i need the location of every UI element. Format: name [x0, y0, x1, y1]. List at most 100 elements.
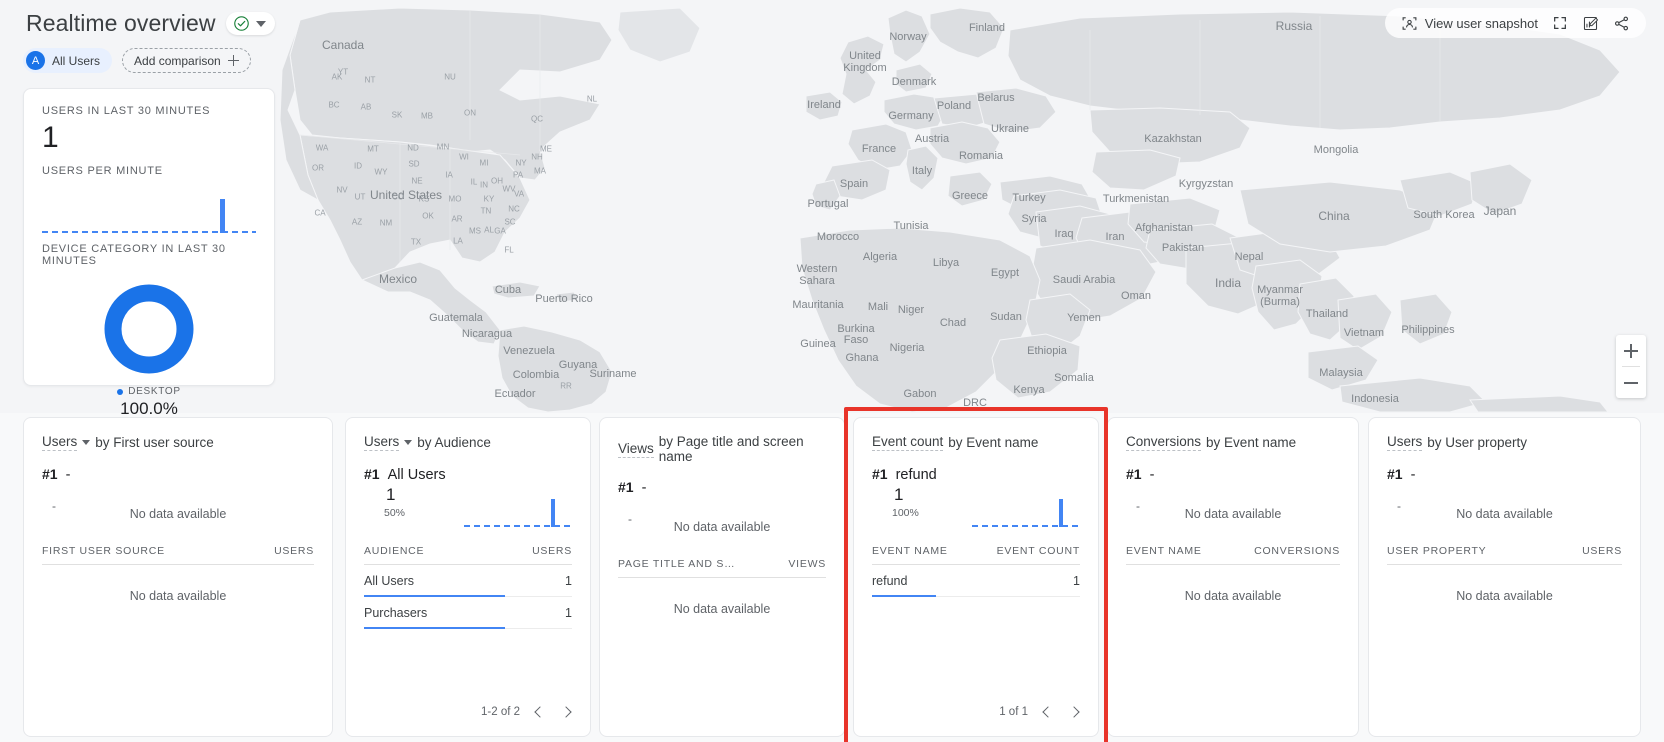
map-label: QC	[531, 115, 543, 124]
map-label: Kenya	[1013, 384, 1044, 396]
card-rank-row: #1-	[1126, 466, 1340, 483]
map-label: NH	[531, 153, 543, 162]
card-title-segment[interactable]: Users	[364, 434, 399, 451]
map-label: Libya	[933, 257, 959, 269]
sparkline-bar	[1059, 499, 1063, 527]
table-row[interactable]: Purchasers1	[364, 597, 572, 629]
map-label: KY	[484, 195, 495, 204]
map-label: YT	[338, 68, 348, 77]
card-title[interactable]: Usersby Audience	[364, 434, 572, 451]
map-label: Iran	[1106, 231, 1125, 243]
map-label: Norway	[889, 31, 926, 43]
fullscreen-button[interactable]	[1546, 11, 1574, 35]
map-label: Kingdom	[843, 62, 886, 74]
map-zoom-in-button[interactable]	[1616, 335, 1646, 366]
view-user-snapshot-button[interactable]: View user snapshot	[1395, 11, 1544, 35]
map-label: IL	[471, 178, 478, 187]
map-label: Western	[797, 263, 838, 275]
card-title-segment[interactable]: Event count	[872, 434, 943, 451]
map-label: Japan	[1484, 204, 1517, 218]
card-title[interactable]: Users by User property	[1387, 434, 1622, 451]
pagination-prev-button[interactable]	[530, 702, 550, 722]
minus-icon	[1624, 376, 1638, 390]
map-label: AZ	[352, 218, 362, 227]
card-title-segment: by Event name	[948, 435, 1038, 450]
map-label: Algeria	[863, 251, 897, 263]
map-label: United States	[370, 188, 442, 202]
card-title-segment[interactable]: Users	[1387, 434, 1422, 451]
row-value: 1	[565, 574, 572, 588]
map-label: ND	[407, 144, 419, 153]
map-label: KS	[419, 195, 430, 204]
header-toolbar: View user snapshot	[1385, 8, 1646, 38]
map-label: Niger	[898, 304, 924, 316]
view-user-snapshot-label: View user snapshot	[1425, 16, 1538, 31]
row-bar	[872, 595, 936, 597]
map-label: Philippines	[1401, 324, 1454, 336]
map-label: NL	[587, 95, 597, 104]
map-label: DRC	[963, 397, 987, 409]
card-title-segment[interactable]: Views	[618, 441, 654, 458]
card-title[interactable]: Usersby First user source	[42, 434, 314, 451]
card-title-segment: by User property	[1427, 435, 1527, 450]
map-label: Colombia	[513, 369, 559, 381]
pagination-range: 1 of 1	[999, 706, 1028, 718]
pagination-prev-button[interactable]	[1038, 702, 1058, 722]
chevron-down-icon[interactable]	[82, 440, 90, 445]
card-title[interactable]: Viewsby Page title and screen name	[618, 434, 826, 464]
rank-hash: #1	[618, 479, 634, 495]
rank-hash: #1	[1387, 466, 1403, 482]
sparkline-bar	[220, 199, 225, 233]
card-title[interactable]: Conversionsby Event name	[1126, 434, 1340, 451]
pagination-next-button[interactable]	[1064, 702, 1084, 722]
map-label: FL	[504, 246, 513, 255]
map-label: MS	[469, 227, 481, 236]
map-label: Turkmenistan	[1103, 193, 1169, 205]
rank-name: -	[66, 467, 71, 483]
table-row[interactable]: refund1	[872, 565, 1080, 597]
edit-chart-button[interactable]	[1576, 11, 1605, 35]
row-value: 1	[1073, 574, 1080, 588]
map-label: France	[862, 143, 896, 155]
chevron-down-icon[interactable]	[404, 440, 412, 445]
map-label: Mongolia	[1314, 144, 1359, 156]
map-label: CA	[314, 209, 325, 218]
map-zoom-controls[interactable]	[1616, 335, 1646, 398]
map-label: Belarus	[977, 92, 1014, 104]
column-header-value: USERS	[1582, 545, 1622, 557]
map-label: AB	[361, 103, 372, 112]
add-comparison-button[interactable]: Add comparison	[122, 48, 251, 73]
card-title-segment[interactable]: Conversions	[1126, 434, 1201, 451]
mini-chart-no-data: No data available	[1387, 507, 1622, 521]
share-button[interactable]	[1607, 11, 1636, 35]
table-header: FIRST USER SOURCEUSERS	[42, 545, 314, 565]
map-label: Cuba	[495, 284, 521, 296]
map-label: Greece	[952, 190, 988, 202]
rank-hash: #1	[1126, 466, 1142, 482]
column-header-name: EVENT NAME	[1126, 545, 1202, 557]
table-row[interactable]: All Users1	[364, 565, 572, 597]
map-label: Spain	[840, 178, 868, 190]
realtime-status-chip[interactable]	[226, 12, 275, 35]
map-label: Mexico	[379, 272, 417, 286]
card-title[interactable]: Event count by Event name	[872, 434, 1080, 451]
map-zoom-out-button[interactable]	[1616, 367, 1646, 398]
map-label: Finland	[969, 22, 1005, 34]
card-rank-row: #1All Users	[364, 466, 572, 483]
pagination: 1 of 1	[999, 702, 1084, 722]
map-label: Italy	[912, 165, 932, 177]
map-label: Nicaragua	[462, 328, 512, 340]
map-label: ON	[464, 109, 476, 118]
all-users-chip[interactable]: A All Users	[23, 48, 112, 73]
chevron-left-icon	[1042, 706, 1053, 717]
table-header: USER PROPERTYUSERS	[1387, 545, 1622, 565]
chevron-down-icon[interactable]	[256, 21, 266, 27]
check-circle-icon	[233, 15, 250, 32]
donut-legend: DESKTOP	[117, 386, 181, 397]
map-label: IA	[445, 171, 453, 180]
card-title-segment[interactable]: Users	[42, 434, 77, 451]
map-label: WI	[459, 153, 469, 162]
pagination-next-button[interactable]	[556, 702, 576, 722]
map-label: MA	[534, 167, 546, 176]
table-header: EVENT NAMECONVERSIONS	[1126, 545, 1340, 565]
